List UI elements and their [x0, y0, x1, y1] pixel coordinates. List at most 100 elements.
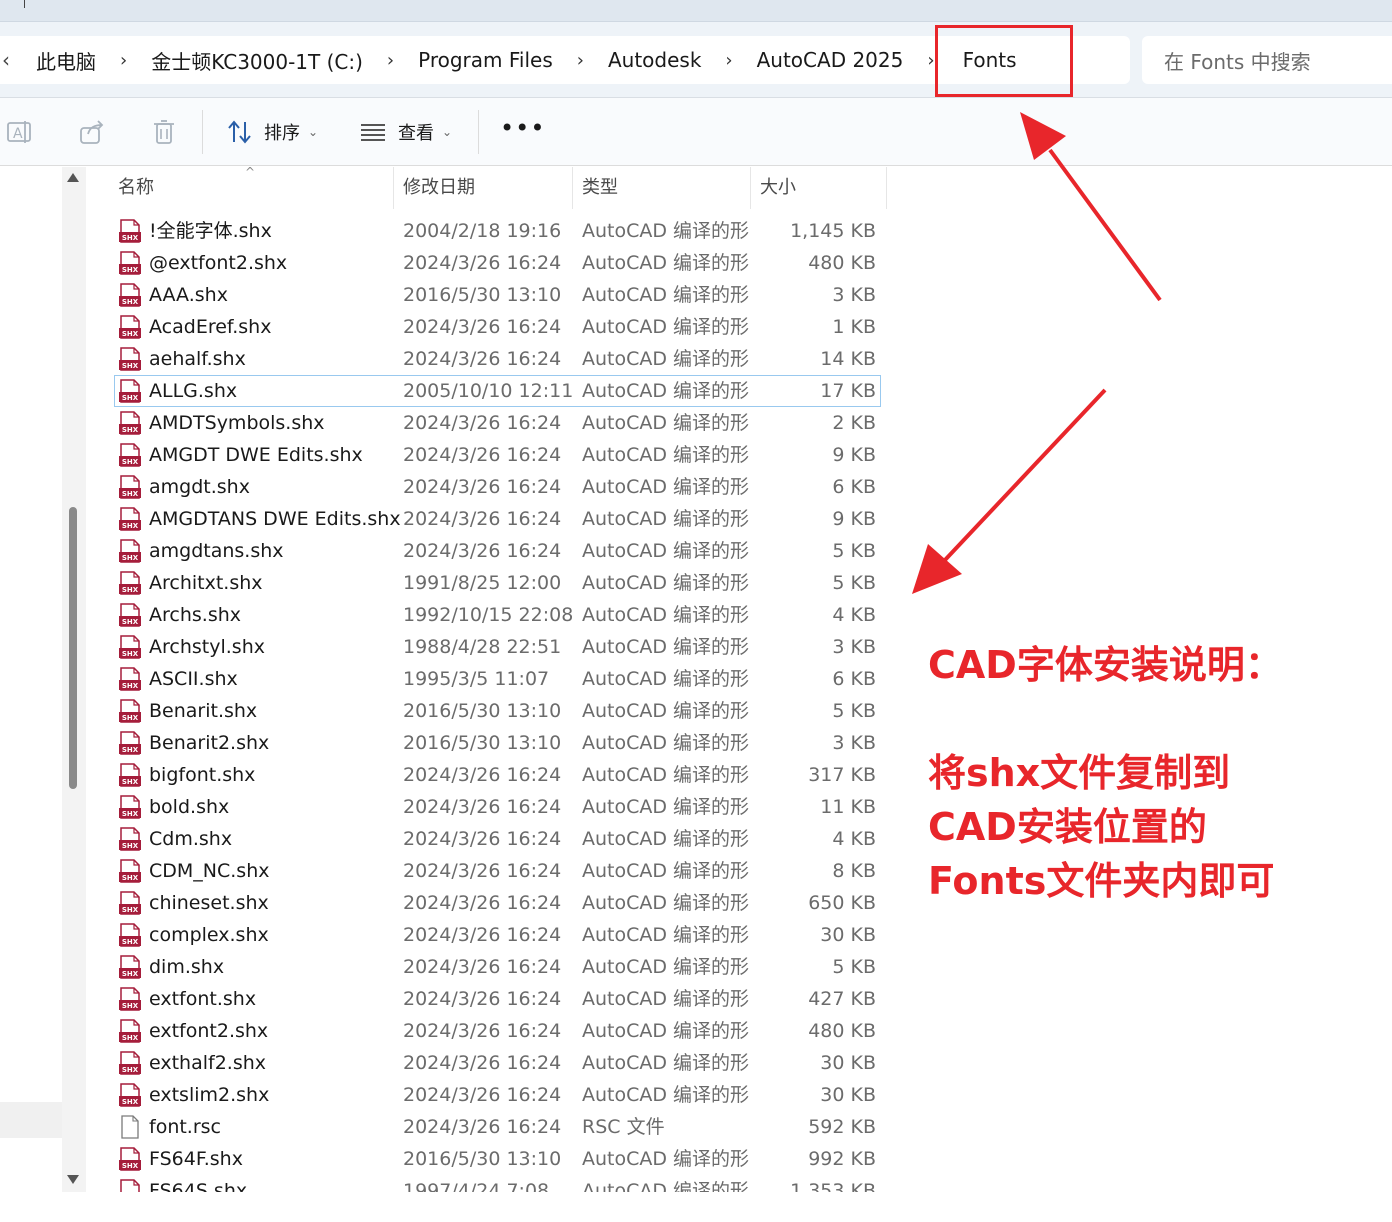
file-size: 5 KB [832, 540, 876, 562]
scroll-thumb[interactable] [69, 507, 77, 789]
shx-file-icon: SHX [118, 1179, 142, 1192]
file-size: 30 KB [820, 1084, 876, 1106]
file-name: ALLG.shx [149, 380, 238, 402]
file-modified-date: 2004/2/18 19:16 [403, 220, 562, 242]
file-row[interactable]: SHX bigfont.shx 2024/3/26 16:24 AutoCAD 编译的… [100, 759, 900, 791]
file-row[interactable]: SHX Archstyl.shx 1988/4/28 22:51 AutoCAD 编译… [100, 631, 900, 663]
file-size: 6 KB [832, 476, 876, 498]
column-header-date[interactable]: 修改日期 [385, 167, 573, 209]
breadcrumb-item-this-pc[interactable]: 此电脑 [30, 46, 102, 75]
file-row[interactable]: SHX bold.shx 2024/3/26 16:24 AutoCAD 编译的形 11… [100, 791, 900, 823]
column-header-size[interactable]: 大小 [742, 167, 887, 209]
file-modified-date: 1991/8/25 12:00 [403, 572, 562, 594]
svg-text:SHX: SHX [122, 938, 139, 946]
file-row[interactable]: SHX dim.shx 2024/3/26 16:24 AutoCAD 编译的形 5 K… [100, 951, 900, 983]
file-row[interactable]: SHX Cdm.shx 2024/3/26 16:24 AutoCAD 编译的形 4 K… [100, 823, 900, 855]
view-list-icon [360, 121, 386, 143]
note-line-2: CAD安装位置的 [928, 805, 1207, 849]
search-input[interactable]: 在 Fonts 中搜索 [1142, 36, 1392, 84]
breadcrumb-item-autocad-2025[interactable]: AutoCAD 2025 [751, 48, 910, 72]
file-modified-date: 1988/4/28 22:51 [403, 636, 562, 658]
file-row[interactable]: SHX extslim2.shx 2024/3/26 16:24 AutoCAD 编译… [100, 1079, 900, 1111]
sort-button[interactable]: 排序 ⌄ [226, 116, 318, 148]
breadcrumb-item-autodesk[interactable]: Autodesk [602, 48, 707, 72]
navigation-pane-selected-item[interactable] [0, 1102, 62, 1138]
chevron-right-icon[interactable]: › [102, 50, 145, 71]
more-options-button[interactable]: ••• [500, 116, 544, 146]
file-modified-date: 2024/3/26 16:24 [403, 476, 562, 498]
file-name: amgdtans.shx [149, 540, 284, 562]
file-name: FS64S.shx [149, 1180, 248, 1192]
file-row[interactable]: SHX !全能字体.shx 2004/2/18 19:16 AutoCAD 编译的形 1… [100, 215, 900, 247]
chevron-right-icon[interactable]: › [559, 50, 602, 71]
file-name: extfont.shx [149, 988, 257, 1010]
shx-file-icon: SHX [118, 219, 142, 243]
file-row[interactable]: SHX CDM_NC.shx 2024/3/26 16:24 AutoCAD 编译的形… [100, 855, 900, 887]
file-row[interactable]: SHX Architxt.shx 1991/8/25 12:00 AutoCAD 编译… [100, 567, 900, 599]
shx-file-icon: SHX [118, 699, 142, 723]
file-modified-date: 2024/3/26 16:24 [403, 860, 562, 882]
file-size: 1 KB [832, 316, 876, 338]
rename-icon[interactable]: A [6, 118, 34, 146]
file-modified-date: 2024/3/26 16:24 [403, 316, 562, 338]
chevron-down-icon: ⌄ [308, 125, 319, 139]
share-icon[interactable] [78, 118, 106, 146]
svg-text:SHX: SHX [122, 650, 139, 658]
file-size: 4 KB [832, 604, 876, 626]
file-row[interactable]: SHX Benarit2.shx 2016/5/30 13:10 AutoCAD 编译… [100, 727, 900, 759]
delete-icon[interactable] [150, 118, 178, 146]
file-row[interactable]: SHX AMGDTANS DWE Edits.shx 2024/3/26 16:24… [100, 503, 900, 535]
file-row[interactable]: SHX amgdt.shx 2024/3/26 16:24 AutoCAD 编译的形 6… [100, 471, 900, 503]
file-row[interactable]: SHX exthalf2.shx 2024/3/26 16:24 AutoCAD 编译… [100, 1047, 900, 1079]
file-name: font.rsc [149, 1116, 222, 1138]
svg-text:SHX: SHX [122, 458, 139, 466]
file-row[interactable]: SHX AMGDT DWE Edits.shx 2024/3/26 16:24 Aut… [100, 439, 900, 471]
file-row[interactable]: SHXFS64S.shx1997/4/24 7:08AutoCAD 编译的形1,… [100, 1175, 900, 1192]
file-row[interactable]: SHX ALLG.shx 2005/10/10 12:11 AutoCAD 编译的形 1… [114, 375, 881, 407]
navigation-scrollbar[interactable] [62, 167, 86, 1192]
toolbar-divider [478, 110, 479, 154]
view-button[interactable]: 查看 ⌄ [360, 116, 452, 148]
file-row[interactable]: font.rsc 2024/3/26 16:24 RSC 文件 592 KB [100, 1111, 900, 1143]
file-row[interactable]: SHX complex.shx 2024/3/26 16:24 AutoCAD 编译的… [100, 919, 900, 951]
svg-text:SHX: SHX [122, 266, 139, 274]
file-row[interactable]: SHX amgdtans.shx 2024/3/26 16:24 AutoCAD 编译… [100, 535, 900, 567]
file-row[interactable]: SHX Benarit.shx 2016/5/30 13:10 AutoCAD 编译的… [100, 695, 900, 727]
svg-text:SHX: SHX [122, 362, 139, 370]
column-header-row: ^ 名称 修改日期 类型 大小 [100, 167, 887, 209]
file-row[interactable]: SHX AAA.shx 2016/5/30 13:10 AutoCAD 编译的形 3 K… [100, 279, 900, 311]
file-row[interactable]: SHX AcadEref.shx 2024/3/26 16:24 AutoCAD 编译… [100, 311, 900, 343]
scroll-down-arrow-icon[interactable] [67, 1175, 79, 1184]
file-list[interactable]: ^ 名称 修改日期 类型 大小 SHX !全能字体.shx 2004/2/18 19… [100, 167, 900, 1192]
file-name: ASCII.shx [149, 668, 238, 690]
file-name: complex.shx [149, 924, 269, 946]
file-row[interactable]: SHX FS64F.shx 2016/5/30 13:10 AutoCAD 编译的形 9… [100, 1143, 900, 1175]
file-size: 592 KB [808, 1116, 876, 1138]
file-row[interactable]: SHX AMDTSymbols.shx 2024/3/26 16:24 AutoCAD… [100, 407, 900, 439]
file-name: AcadEref.shx [149, 316, 272, 338]
shx-file-icon: SHX [118, 1147, 142, 1171]
breadcrumb-item-program-files[interactable]: Program Files [412, 48, 559, 72]
chevron-right-icon[interactable]: › [707, 50, 750, 71]
file-modified-date: 2024/3/26 16:24 [403, 828, 562, 850]
file-modified-date: 1992/10/15 22:08 [403, 604, 574, 626]
file-row[interactable]: SHX ASCII.shx 1995/3/5 11:07 AutoCAD 编译的形 6 … [100, 663, 900, 695]
file-row[interactable]: SHX extfont2.shx 2024/3/26 16:24 AutoCAD 编译… [100, 1015, 900, 1047]
breadcrumb-overflow[interactable]: ‹ [0, 48, 30, 72]
chevron-right-icon[interactable]: › [369, 50, 412, 71]
file-row[interactable]: SHX @extfont2.shx 2024/3/26 16:24 AutoCAD 编… [100, 247, 900, 279]
navigation-pane[interactable] [0, 167, 62, 1192]
note-spacer [928, 692, 1368, 746]
file-row[interactable]: SHX aehalf.shx 2024/3/26 16:24 AutoCAD 编译的形… [100, 343, 900, 375]
file-size: 17 KB [820, 380, 876, 402]
breadcrumb-item-drive[interactable]: 金士顿KC3000-1T (C:) [145, 46, 369, 75]
file-row[interactable]: SHX extfont.shx 2024/3/26 16:24 AutoCAD 编译的… [100, 983, 900, 1015]
file-name: bigfont.shx [149, 764, 256, 786]
column-header-name[interactable]: 名称 [100, 167, 394, 209]
file-row[interactable]: SHX chineset.shx 2024/3/26 16:24 AutoCAD 编译… [100, 887, 900, 919]
column-header-type[interactable]: 类型 [564, 167, 751, 209]
scroll-up-arrow-icon[interactable] [67, 173, 79, 182]
window-title-strip [0, 0, 1392, 22]
file-row[interactable]: SHX Archs.shx 1992/10/15 22:08 AutoCAD 编译的形… [100, 599, 900, 631]
svg-text:SHX: SHX [122, 1034, 139, 1042]
